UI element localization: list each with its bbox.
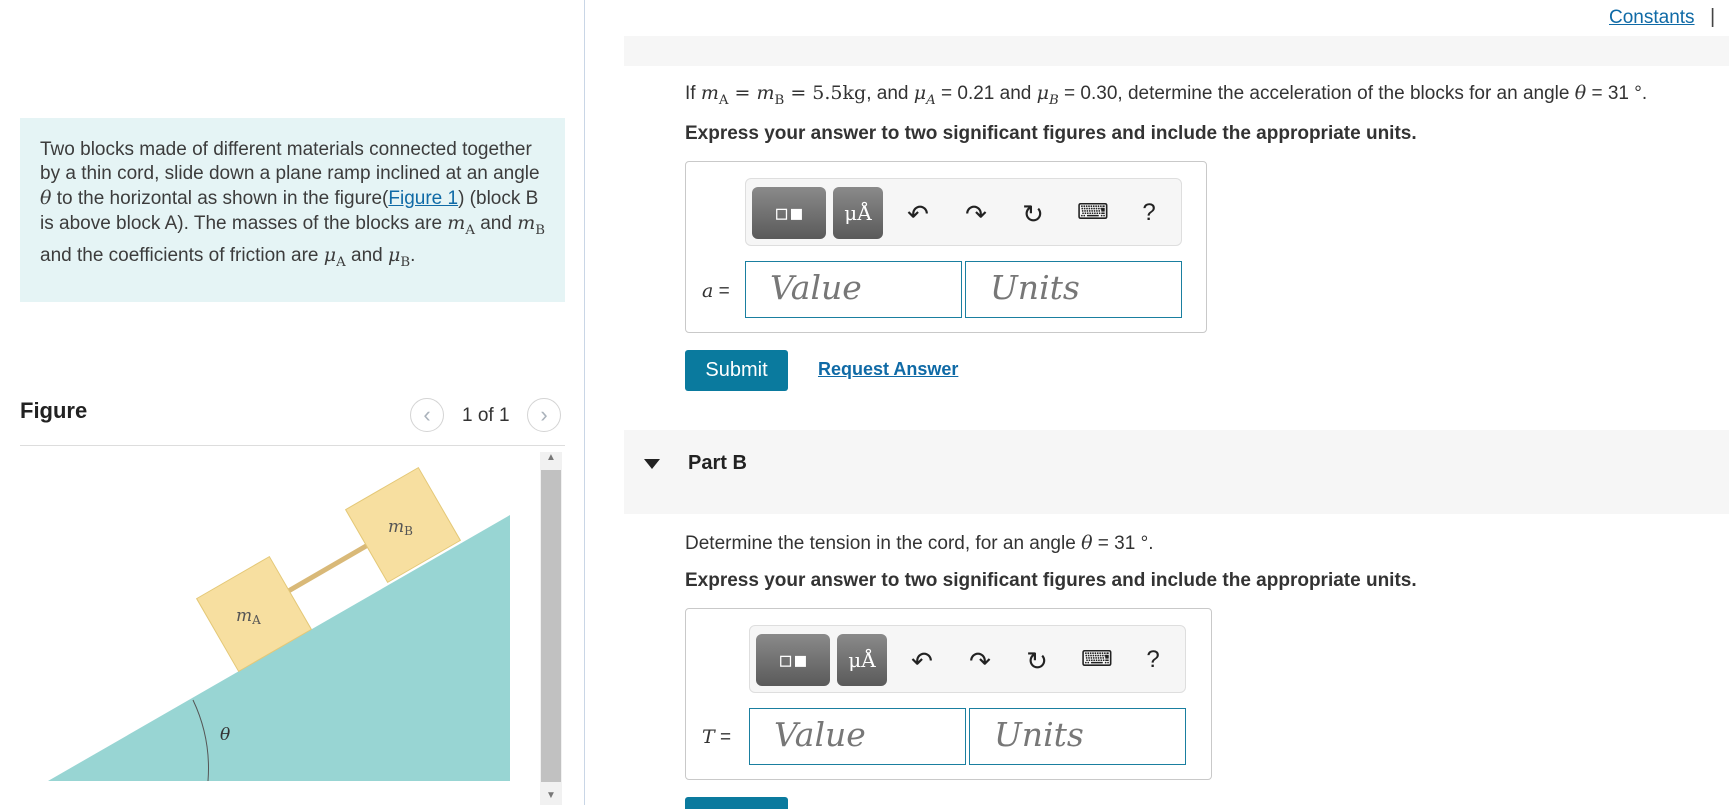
left-panel: Two blocks made of different materials c… (0, 0, 584, 805)
figure-link[interactable]: Figure 1 (388, 188, 458, 209)
part-b-value-input[interactable]: Value (749, 708, 966, 765)
scroll-down-arrow[interactable]: ▼ (543, 790, 559, 804)
part-b-math-toolbar: ▫▪ μÅ ↶ ↷ ↻ ⌨ ? (749, 625, 1186, 693)
part-b-answer-box: ▫▪ μÅ ↶ ↷ ↻ ⌨ ? T = Value Units (685, 608, 1212, 780)
part-a-question: If mA = mB = 5.5kg, and μA = 0.21 and μB… (685, 82, 1648, 108)
keyboard-icon[interactable]: ⌨ (1081, 646, 1113, 672)
scroll-up-arrow[interactable]: ▲ (543, 452, 559, 466)
units-button[interactable]: μÅ (837, 634, 887, 686)
undo-icon[interactable]: ↶ (903, 199, 933, 230)
keyboard-icon[interactable]: ⌨ (1077, 199, 1109, 225)
part-a-units-input[interactable]: Units (965, 261, 1182, 318)
units-button[interactable]: μÅ (833, 187, 883, 239)
cord (283, 539, 375, 596)
part-b-question: Determine the tension in the cord, for a… (685, 532, 1154, 554)
templates-icon: ▫▪ (778, 647, 808, 673)
templates-button[interactable]: ▫▪ (756, 634, 830, 686)
redo-icon[interactable]: ↷ (965, 646, 995, 677)
part-a-answer-box: ▫▪ μÅ ↶ ↷ ↻ ⌨ ? a = Value Units (685, 161, 1207, 333)
redo-icon[interactable]: ↷ (961, 199, 991, 230)
undo-icon[interactable]: ↶ (907, 646, 937, 677)
help-button[interactable]: ? (1138, 646, 1168, 674)
reset-icon[interactable]: ↻ (1022, 646, 1052, 677)
templates-icon: ▫▪ (774, 200, 804, 226)
header-separator: | (1710, 6, 1716, 28)
panel-divider (584, 0, 585, 805)
part-b-submit-button[interactable] (685, 797, 788, 809)
constants-link[interactable]: Constants (1609, 7, 1695, 29)
units-icon: μÅ (848, 648, 876, 672)
problem-statement: Two blocks made of different materials c… (20, 118, 565, 302)
part-a-request-answer-link[interactable]: Request Answer (818, 359, 958, 380)
help-button[interactable]: ? (1134, 199, 1164, 227)
units-icon: μÅ (844, 201, 872, 225)
chevron-right-icon: › (540, 402, 548, 427)
figure-pager: 1 of 1 (462, 405, 510, 426)
chevron-left-icon: ‹ (423, 402, 431, 427)
label-theta: θ (220, 725, 230, 745)
part-b-instructions: Express your answer to two significant f… (685, 570, 1417, 591)
part-b-title: Part B (688, 452, 747, 474)
templates-button[interactable]: ▫▪ (752, 187, 826, 239)
collapse-triangle-icon[interactable] (644, 459, 660, 469)
figure-title: Figure (20, 398, 88, 423)
part-b-header-band[interactable] (624, 430, 1729, 514)
part-a-instructions: Express your answer to two significant f… (685, 123, 1417, 144)
part-b-variable-label: T = (702, 726, 732, 748)
next-figure-button[interactable]: › (527, 398, 561, 432)
prev-figure-button[interactable]: ‹ (410, 398, 444, 432)
part-a-math-toolbar: ▫▪ μÅ ↶ ↷ ↻ ⌨ ? (745, 178, 1182, 246)
reset-icon[interactable]: ↻ (1018, 199, 1048, 230)
part-a-variable-label: a = (702, 280, 730, 302)
part-b-units-input[interactable]: Units (969, 708, 1186, 765)
part-a-submit-button[interactable]: Submit (685, 350, 788, 391)
part-a-value-input[interactable]: Value (745, 261, 962, 318)
part-a-header-band (624, 36, 1729, 66)
figure-scrollbar-thumb[interactable] (541, 470, 561, 782)
ramp-figure: mA mB θ (48, 466, 510, 782)
